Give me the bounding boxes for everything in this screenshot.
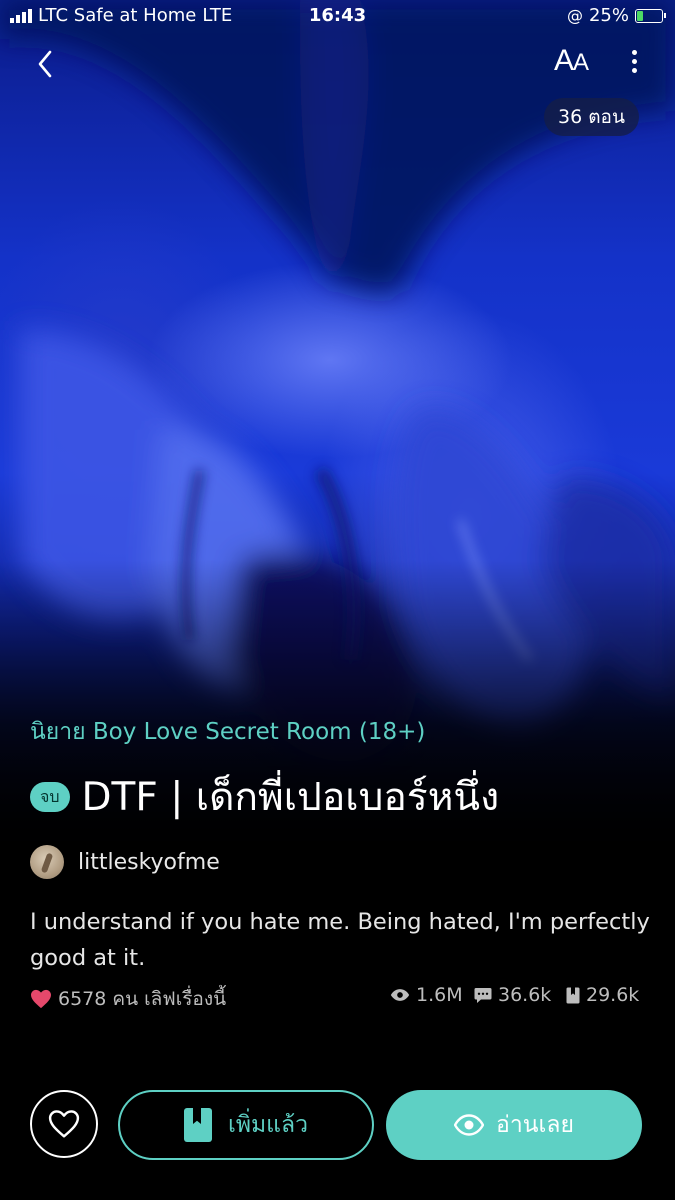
status-right: @ 25% bbox=[566, 5, 666, 26]
more-options-button[interactable] bbox=[620, 46, 648, 82]
story-title: DTF | เด็กพี่เปอเบอร์หนึ่ง bbox=[81, 775, 500, 820]
read-now-label: อ่านเลย bbox=[496, 1112, 574, 1138]
heart-outline-icon bbox=[48, 1110, 80, 1138]
status-badge: จบ bbox=[30, 782, 70, 812]
eye-icon bbox=[390, 989, 410, 1001]
add-to-library-button[interactable]: เพิ่มแล้ว bbox=[118, 1090, 374, 1160]
stats-row: 6578 คน เลิฟเรื่องนี้ 1.6M 36.6k 29.6k bbox=[30, 984, 645, 1012]
font-size-icon-large: A bbox=[554, 44, 574, 77]
add-to-library-label: เพิ่มแล้ว bbox=[227, 1112, 309, 1138]
author-name[interactable]: littleskyofme bbox=[78, 850, 220, 875]
comment-icon bbox=[474, 987, 492, 1003]
comments-stat: 36.6k bbox=[474, 984, 551, 1006]
back-button[interactable] bbox=[28, 46, 64, 82]
views-stat: 1.6M bbox=[390, 984, 463, 1006]
bookmarks-stat: 29.6k bbox=[566, 984, 639, 1006]
like-button[interactable] bbox=[30, 1090, 98, 1158]
episodes-badge[interactable]: 36 ตอน bbox=[544, 98, 639, 136]
back-chevron-icon bbox=[38, 50, 52, 78]
font-size-icon-small: A bbox=[573, 49, 589, 76]
category-label[interactable]: นิยาย Boy Love Secret Room (18+) bbox=[30, 714, 425, 750]
eye-icon bbox=[454, 1114, 485, 1136]
book-icon bbox=[183, 1108, 212, 1142]
comments-count: 36.6k bbox=[498, 984, 552, 1006]
title-row: จบ DTF | เด็กพี่เปอเบอร์หนึ่ง bbox=[30, 766, 499, 828]
status-bar: LTC Safe at Home LTE 16:43 @ 25% bbox=[0, 0, 675, 32]
likes-stat: 6578 คน เลิฟเรื่องนี้ bbox=[30, 984, 226, 1014]
battery-icon bbox=[635, 8, 666, 23]
avatar[interactable] bbox=[30, 845, 64, 879]
location-icon: @ bbox=[566, 6, 583, 25]
font-size-button[interactable]: AA bbox=[554, 44, 589, 78]
views-count: 1.6M bbox=[416, 984, 463, 1006]
synopsis: I understand if you hate me. Being hated… bbox=[30, 909, 650, 971]
bookmark-icon bbox=[566, 987, 580, 1003]
author-row[interactable]: littleskyofme bbox=[30, 845, 220, 879]
more-vertical-icon bbox=[620, 50, 648, 73]
battery-percent: 25% bbox=[588, 5, 629, 26]
bookmarks-count: 29.6k bbox=[586, 984, 640, 1006]
likes-text: 6578 คน เลิฟเรื่องนี้ bbox=[58, 988, 227, 1010]
read-now-button[interactable]: อ่านเลย bbox=[386, 1090, 642, 1160]
heart-icon bbox=[31, 989, 51, 1009]
